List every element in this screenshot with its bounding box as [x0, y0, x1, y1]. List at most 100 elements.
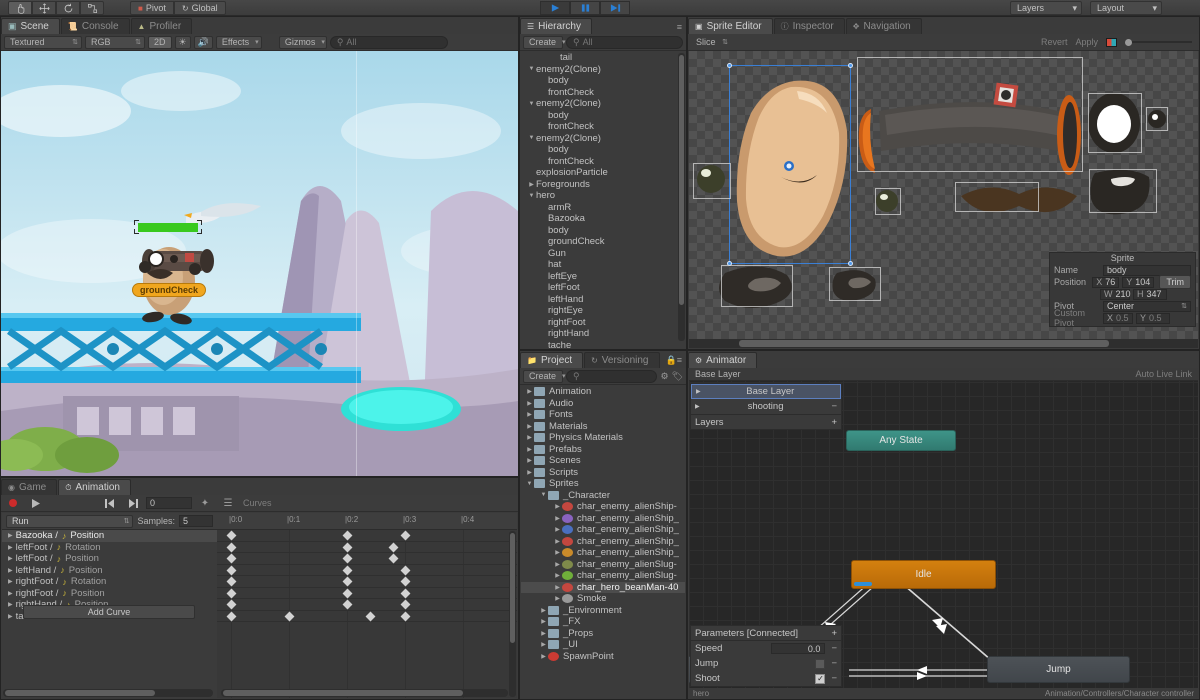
sprite-h-input[interactable]: H 347	[1133, 288, 1167, 300]
chevron-right-icon[interactable]: ▶	[539, 607, 548, 614]
hierarchy-item[interactable]: explosionParticle	[521, 167, 685, 179]
parameter-row-jump[interactable]: Jump −	[691, 656, 841, 671]
chevron-right-icon[interactable]: ▶	[527, 181, 536, 188]
chevron-right-icon[interactable]: ▶	[539, 641, 548, 648]
remove-layer-button[interactable]: −	[831, 401, 837, 412]
chevron-right-icon[interactable]: ▶	[553, 549, 562, 556]
keyframe-diamond[interactable]	[284, 611, 295, 621]
chevron-right-icon[interactable]: ▶	[8, 601, 13, 608]
tab-animation[interactable]: ⏱ Animation	[58, 479, 131, 495]
chevron-right-icon[interactable]: ▶	[539, 653, 548, 660]
keyframe-diamond[interactable]	[226, 576, 237, 587]
chevron-down-icon[interactable]: ▼	[527, 193, 536, 199]
chevron-right-icon[interactable]: ▶	[553, 572, 562, 579]
project-item[interactable]: ▶ Scenes	[521, 455, 685, 467]
keyframe-diamond[interactable]	[342, 588, 353, 598]
sprite-rect[interactable]	[857, 57, 1083, 172]
layers-dropdown[interactable]: Layers ▾	[1010, 1, 1082, 15]
project-item[interactable]: ▶ _FX	[521, 616, 685, 628]
chevron-right-icon[interactable]: ▶	[553, 561, 562, 568]
chevron-right-icon[interactable]: ▶	[525, 423, 534, 430]
project-item[interactable]: ▶ char_enemy_alienShip_	[521, 547, 685, 559]
chevron-right-icon[interactable]: ▶	[525, 457, 534, 464]
curves-tab[interactable]: Curves	[243, 498, 272, 508]
animation-track-row[interactable]: ▶ leftHand / ♪ Position	[2, 565, 217, 577]
project-item[interactable]: ▼ _Character	[521, 490, 685, 502]
project-item[interactable]: ▶ _Environment	[521, 605, 685, 617]
pivot-dropdown[interactable]: Center ⇅	[1103, 300, 1191, 312]
hierarchy-item[interactable]: ▼ hero	[521, 190, 685, 202]
layout-dropdown[interactable]: Layout ▾	[1090, 1, 1162, 15]
animation-track-row[interactable]: ▶ rightFoot / ♪ Position	[2, 588, 217, 600]
dopesheet-row[interactable]	[217, 611, 517, 622]
add-parameter-button[interactable]: +	[831, 628, 837, 639]
panel-menu-icon[interactable]: ≡	[677, 22, 682, 32]
chevron-right-icon[interactable]: ▶	[8, 544, 13, 551]
animation-hscrollbar-left[interactable]	[3, 689, 213, 697]
project-item[interactable]: ▶ char_hero_beanMan-40	[521, 581, 685, 593]
tab-scene[interactable]: ▣ Scene	[1, 18, 60, 34]
project-tree[interactable]: ▶ Animation ▶ Audio ▶ Fonts ▶ Materials ▶ Physics…	[521, 386, 685, 698]
project-item[interactable]: ▶ Fonts	[521, 409, 685, 421]
move-tool-icon[interactable]	[32, 1, 56, 15]
dopesheet-row[interactable]	[217, 530, 517, 542]
hierarchy-search-input[interactable]: ⚲ All	[566, 35, 683, 49]
project-item[interactable]: ▶ Audio	[521, 398, 685, 410]
parameter-value-input[interactable]: 0.0	[771, 643, 826, 654]
keyframe-diamond[interactable]	[226, 588, 237, 598]
custom-pivot-x-input[interactable]: X 0.5	[1103, 312, 1133, 324]
project-item[interactable]: ▶ Prefabs	[521, 444, 685, 456]
audio-toggle-button[interactable]: 🔊	[193, 35, 213, 49]
hierarchy-tree[interactable]: tail ▼ enemy2(Clone) body frontCheck ▼ enemy2(…	[521, 52, 685, 348]
hierarchy-item[interactable]: rightHand	[521, 328, 685, 340]
trim-button[interactable]: Trim	[1159, 275, 1191, 289]
project-item[interactable]: ▶ char_enemy_alienShip_	[521, 524, 685, 536]
sprite-rect[interactable]	[875, 188, 901, 215]
keyframe-diamond[interactable]	[365, 611, 376, 621]
2d-toggle-button[interactable]: 2D	[148, 35, 172, 49]
color-mode-dropdown[interactable]: RGB ⇅	[85, 35, 145, 49]
animation-time-ruler[interactable]: |0:0 |0:1 |0:2 |0:3 |0:4	[217, 513, 517, 530]
auto-live-link-toggle[interactable]: Auto Live Link	[1135, 369, 1192, 379]
state-any-state[interactable]: Any State	[846, 430, 956, 451]
hierarchy-scrollbar[interactable]	[678, 53, 685, 341]
animation-track-row[interactable]: ▶ Bazooka / ♪ Position	[2, 530, 217, 542]
tab-versioning[interactable]: ↻ Versioning	[584, 352, 660, 368]
slice-dropdown[interactable]: Slice ⇅	[691, 36, 731, 49]
chevron-right-icon[interactable]: ▶	[525, 469, 534, 476]
hierarchy-item[interactable]: Bazooka	[521, 213, 685, 225]
hierarchy-item[interactable]: groundCheck	[521, 236, 685, 248]
sprite-rect[interactable]	[829, 267, 881, 301]
keyframe-diamond[interactable]	[342, 599, 353, 610]
sprite-name-input[interactable]: body	[1103, 264, 1191, 276]
project-item[interactable]: ▶ char_enemy_alienSlug-	[521, 570, 685, 582]
pause-button[interactable]	[570, 1, 600, 15]
keyframe-diamond[interactable]	[388, 542, 399, 552]
sprite-rect[interactable]	[693, 163, 731, 199]
keyframe-diamond[interactable]	[388, 553, 399, 564]
chevron-right-icon[interactable]: ▶	[553, 526, 562, 533]
remove-parameter-button[interactable]: −	[831, 658, 837, 669]
keyframe-diamond[interactable]	[342, 553, 353, 564]
hierarchy-item[interactable]: armR	[521, 202, 685, 214]
chevron-right-icon[interactable]: ▶	[8, 532, 13, 539]
sprite-w-input[interactable]: W 210	[1100, 288, 1131, 300]
tab-console[interactable]: 📜 Console	[60, 18, 130, 34]
state-jump[interactable]: Jump	[987, 656, 1130, 683]
chevron-right-icon[interactable]: ▶	[525, 411, 534, 418]
hierarchy-item[interactable]: leftFoot	[521, 282, 685, 294]
keyframe-diamond[interactable]	[342, 542, 353, 552]
hierarchy-item[interactable]: Gun	[521, 248, 685, 260]
chevron-right-icon[interactable]: ▶	[8, 567, 13, 574]
add-keyframe-icon[interactable]: ✦	[195, 498, 215, 509]
keyframe-diamond[interactable]	[400, 599, 411, 610]
hierarchy-item[interactable]: frontCheck	[521, 87, 685, 99]
keyframe-diamond[interactable]	[226, 553, 237, 564]
hierarchy-item[interactable]: body	[521, 110, 685, 122]
project-item[interactable]: ▶ Physics Materials	[521, 432, 685, 444]
keyframe-diamond[interactable]	[226, 565, 237, 575]
chevron-down-icon[interactable]: ▼	[527, 66, 536, 72]
effects-dropdown[interactable]: Effects ▾	[215, 35, 262, 49]
tab-project[interactable]: 📁 Project	[520, 352, 584, 368]
panel-menu-icon[interactable]: 🔒≡	[666, 355, 682, 366]
